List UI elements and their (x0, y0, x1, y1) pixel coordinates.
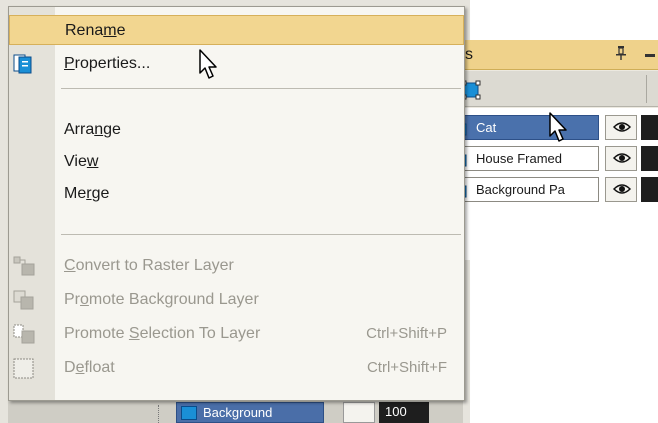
menu-item-label: Promote Background Layer (64, 291, 259, 308)
layer-name-box[interactable]: Background Pa (443, 177, 599, 202)
eye-icon (612, 151, 632, 168)
opacity-value (641, 146, 658, 171)
menu-item-promote-selection[interactable]: Promote Selection To Layer Ctrl+Shift+P (9, 319, 464, 349)
underlying-background-layer-row: Background 100 (158, 402, 450, 423)
menu-item-label: Arrange (64, 121, 121, 138)
visibility-toggle (343, 402, 375, 423)
menu-separator (61, 88, 461, 89)
minimize-icon[interactable] (645, 54, 655, 57)
menu-item-promote-background[interactable]: Promote Background Layer (9, 285, 464, 315)
pin-icon[interactable] (615, 46, 627, 64)
layer-name: Cat (476, 120, 497, 135)
menu-item-label: Defloat (64, 359, 115, 376)
layer-name-box[interactable]: House Framed (443, 146, 599, 171)
menu-item-label: Properties... (64, 55, 151, 72)
menu-item-label: Rename (65, 22, 126, 39)
menu-item-label: Promote Selection To Layer (64, 325, 261, 342)
menu-item-shortcut: Ctrl+Shift+F (366, 359, 447, 376)
layer-name: Background Pa (476, 182, 565, 197)
mouse-cursor-icon (549, 112, 567, 142)
toolbar-divider (646, 75, 647, 103)
convert-to-raster-icon (13, 256, 35, 276)
underlying-layer-name-box: Background (176, 402, 324, 423)
opacity-value (641, 115, 658, 140)
menu-item-arrange[interactable]: Arrange (9, 115, 464, 145)
opacity-value: 100 (379, 402, 429, 423)
eye-icon (612, 182, 632, 199)
mouse-cursor-icon (199, 49, 217, 79)
menu-item-label: Convert to Raster Layer (64, 257, 234, 274)
menu-item-merge[interactable]: Merge (9, 179, 464, 209)
underlying-layer-name: Background (203, 405, 273, 420)
eye-icon (612, 120, 632, 137)
menu-item-properties[interactable]: Properties... (9, 49, 464, 79)
menu-item-view[interactable]: View (9, 147, 464, 177)
layer-context-menu: Rename Properties... Arrange View Merge … (8, 6, 465, 401)
opacity-value (641, 177, 658, 202)
menu-item-convert-to-raster[interactable]: Convert to Raster Layer (9, 251, 464, 281)
menu-item-rename[interactable]: Rename (9, 15, 464, 45)
menu-item-label: View (64, 153, 99, 170)
menu-item-label: Merge (64, 185, 110, 202)
menu-item-shortcut: Ctrl+Shift+P (366, 325, 447, 342)
visibility-toggle[interactable] (605, 115, 637, 140)
layer-name-box[interactable]: Cat (443, 115, 599, 140)
tree-connector (158, 405, 172, 423)
raster-layer-icon (181, 406, 197, 420)
menu-item-defloat[interactable]: Defloat Ctrl+Shift+F (9, 353, 464, 383)
menu-separator (61, 234, 461, 235)
visibility-toggle[interactable] (605, 146, 637, 171)
visibility-toggle[interactable] (605, 177, 637, 202)
properties-icon (13, 54, 33, 74)
promote-selection-icon (13, 324, 35, 344)
layer-name: House Framed (476, 151, 562, 166)
defloat-icon (13, 358, 34, 379)
promote-background-icon (13, 290, 34, 310)
